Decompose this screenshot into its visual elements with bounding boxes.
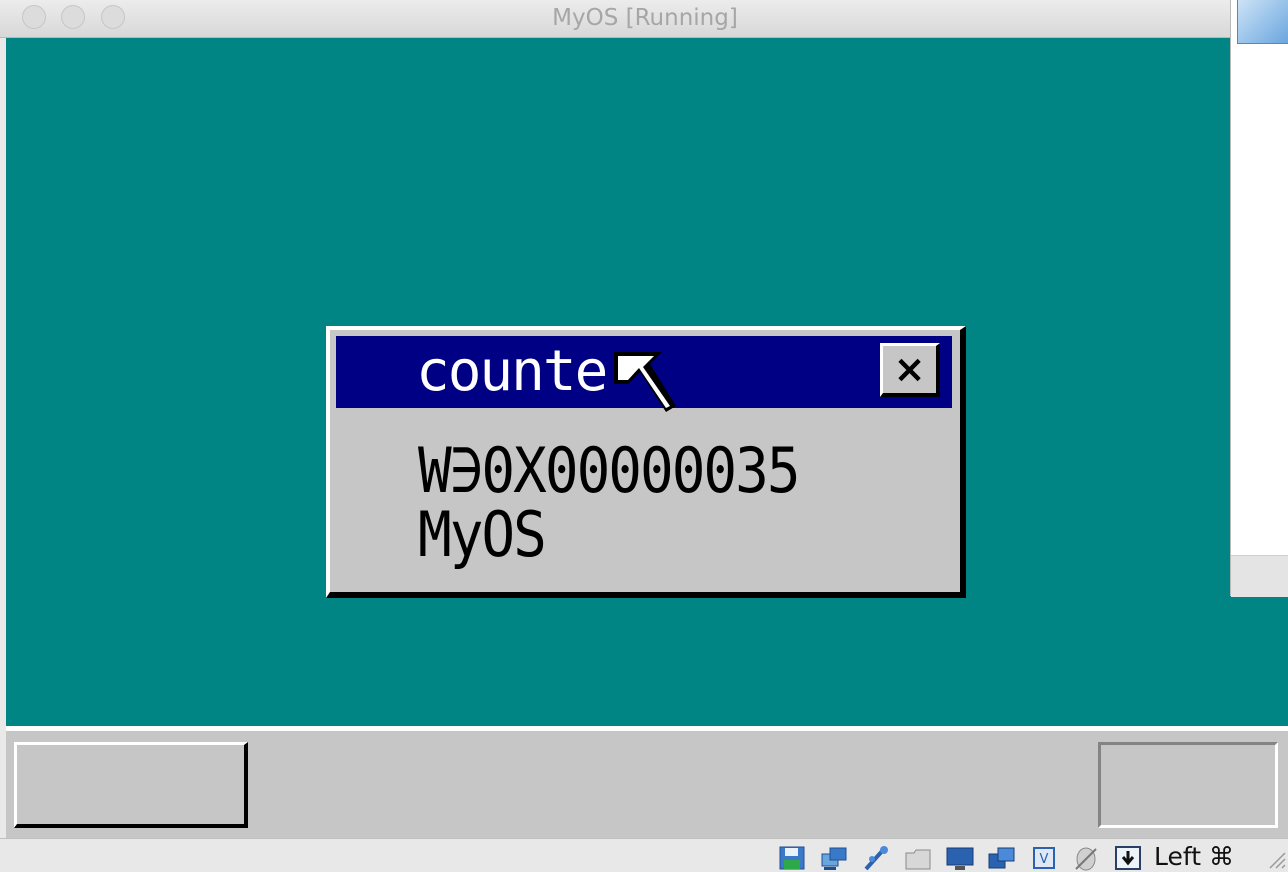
host-key-download-icon[interactable] bbox=[1114, 845, 1142, 871]
counter-value-text: W∋0X00000035 bbox=[418, 434, 801, 508]
screen-capture-icon[interactable] bbox=[988, 845, 1016, 871]
usb-icon[interactable] bbox=[862, 845, 890, 871]
guest-taskbar bbox=[6, 731, 1288, 838]
floppy-disk-icon[interactable] bbox=[778, 845, 806, 871]
start-button[interactable] bbox=[14, 742, 248, 828]
display-icon[interactable] bbox=[946, 845, 974, 871]
host-key-label: Left ⌘ bbox=[1154, 842, 1234, 871]
counter-window-close-button[interactable]: × bbox=[880, 343, 940, 397]
counter-window-title: counte bbox=[416, 339, 608, 404]
mouse-cursor-icon bbox=[614, 352, 676, 412]
os-name-text: MyOS bbox=[418, 498, 547, 572]
resize-grip-icon[interactable] bbox=[1266, 849, 1286, 869]
svg-text:V: V bbox=[1040, 852, 1049, 867]
background-window-footer bbox=[1231, 555, 1288, 597]
shared-folder-icon[interactable] bbox=[904, 845, 932, 871]
guest-screen[interactable]: counte × W∋0X00000035 MyOS bbox=[6, 38, 1288, 838]
background-window-fragment[interactable] bbox=[1230, 0, 1288, 597]
cpu-icon[interactable]: V bbox=[1030, 845, 1058, 871]
host-title-bar[interactable]: MyOS [Running] bbox=[0, 0, 1232, 38]
window-title: MyOS [Running] bbox=[552, 5, 738, 31]
app-icon bbox=[1237, 0, 1288, 44]
network-icon[interactable] bbox=[820, 845, 848, 871]
mouse-integration-icon[interactable] bbox=[1072, 845, 1100, 871]
vm-status-bar: V Left ⌘ bbox=[0, 838, 1288, 872]
system-tray bbox=[1098, 742, 1278, 828]
